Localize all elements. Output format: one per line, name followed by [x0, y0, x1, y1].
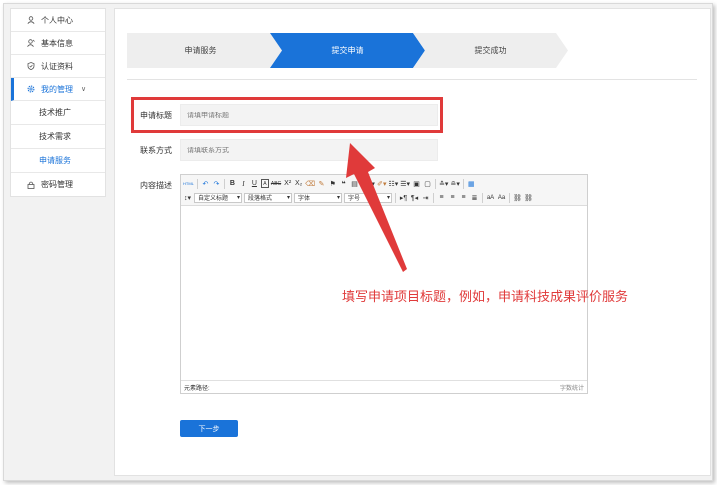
preview-icon[interactable]: ▦ [467, 178, 476, 189]
sidebar-item-personal-center[interactable]: 个人中心 [11, 9, 105, 32]
bold-icon[interactable]: B [228, 178, 237, 189]
settings-icon [27, 85, 35, 93]
toolbar-divider [462, 178, 464, 189]
paragraph-format-select[interactable]: 段落格式 [244, 192, 292, 203]
annotation-text: 填写申请项目标题，例如，申请科技成果评价服务 [342, 289, 629, 304]
font-family-select[interactable]: 字体 [294, 192, 342, 203]
unordered-list-icon[interactable]: ☰▾ [400, 178, 410, 189]
rtl-icon[interactable]: ¶◂ [410, 192, 419, 203]
sidebar-subitem-apply-service[interactable]: 申请服务 [11, 149, 105, 173]
step-label: 提交申请 [331, 46, 364, 55]
step-submit-application: 提交申请 [270, 33, 425, 68]
toolbar-divider [362, 178, 364, 189]
sidebar-subitem-tech-demand[interactable]: 技术需求 [11, 125, 105, 149]
user-icon [27, 16, 35, 24]
sidebar-item-basic-info[interactable]: 基本信息 [11, 32, 105, 55]
toolbar-divider [395, 192, 396, 203]
redo-icon[interactable]: ↷ [212, 178, 221, 189]
sidebar-item-certification[interactable]: 认证资料 [11, 55, 105, 78]
toolbar-divider [196, 178, 198, 189]
rich-text-editor: HTML ↶ ↷ B I U A ABC X² X₂ ⌫ ✎ ⚑ ❝ ▤ A▾ … [180, 174, 588, 394]
toolbar-divider [223, 178, 225, 189]
sidebar-item-my-management[interactable]: 我的管理 ∨ [11, 78, 105, 101]
sidebar-item-password[interactable]: 密码管理 [11, 173, 105, 196]
indent-icon[interactable]: ⇥ [421, 192, 430, 203]
toolbar-divider [482, 192, 483, 203]
link-icon[interactable]: ⛓ [513, 192, 522, 203]
align-left-icon[interactable]: ≡ [437, 192, 446, 203]
strikethrough-icon[interactable]: ABC [271, 178, 281, 189]
blockquote-icon[interactable]: ❝ [339, 178, 348, 189]
align-justify-icon[interactable]: ≣ [470, 192, 479, 203]
lock-icon [27, 181, 35, 189]
word-count: 字数统计 [559, 385, 584, 392]
editor-statusbar: 元素路径: 字数统计 [181, 380, 587, 393]
font-size-select[interactable]: 字号 [344, 192, 392, 203]
custom-title-select[interactable]: 自定义标题 [194, 192, 242, 203]
highlight-box [131, 97, 443, 133]
sidebar-item-label: 基本信息 [41, 38, 73, 48]
unlink-icon[interactable]: ⛓ [524, 192, 533, 203]
sidebar-item-label: 密码管理 [41, 180, 73, 189]
step-progress: 申请服务 提交申请 提交成功 [127, 33, 568, 68]
user-edit-icon [27, 39, 35, 47]
toolbar-row-1: HTML ↶ ↷ B I U A ABC X² X₂ ⌫ ✎ ⚑ ❝ ▤ A▾ … [183, 177, 476, 190]
chevron-down-icon[interactable]: ∨ [81, 85, 86, 93]
underline-icon[interactable]: U [250, 178, 259, 189]
paste-plain-icon[interactable]: ▤ [350, 178, 359, 189]
to-lowercase-icon[interactable]: Aa [497, 192, 506, 203]
contact-field-wrap [180, 139, 438, 161]
subscript-icon[interactable]: X₂ [294, 178, 303, 189]
step-apply-service: 申请服务 [127, 33, 282, 68]
toolbar-divider [509, 192, 510, 203]
contact-label: 联系方式 [140, 146, 172, 155]
sidebar: 个人中心 基本信息 认证资料 我的管理 ∨ 技术推广 技术需求 申请服务 密码管… [10, 8, 106, 197]
row-spacing-bottom-icon[interactable]: ≘▾ [450, 178, 459, 189]
align-right-icon[interactable]: ≡ [459, 192, 468, 203]
ordered-list-icon[interactable]: ☷▾ [388, 178, 398, 189]
sidebar-item-label: 我的管理 [41, 84, 73, 94]
format-painter-icon[interactable]: ✎ [317, 178, 326, 189]
step-label: 申请服务 [184, 46, 217, 55]
font-border-icon[interactable]: A [260, 179, 269, 188]
row-spacing-top-icon[interactable]: ≛▾ [439, 178, 448, 189]
step-label: 提交成功 [474, 46, 507, 55]
font-color-icon[interactable]: A▾ [366, 178, 375, 189]
clear-doc-icon[interactable]: ▢ [423, 178, 432, 189]
superscript-icon[interactable]: X² [283, 178, 292, 189]
step-submit-success: 提交成功 [413, 33, 568, 68]
contact-input[interactable] [187, 146, 437, 154]
italic-icon[interactable]: I [239, 178, 248, 189]
ltr-icon[interactable]: ▸¶ [399, 192, 408, 203]
highlight-color-icon[interactable]: ✐▾ [377, 178, 386, 189]
to-uppercase-icon[interactable]: aA [486, 192, 495, 203]
editor-toolbar: HTML ↶ ↷ B I U A ABC X² X₂ ⌫ ✎ ⚑ ❝ ▤ A▾ … [181, 175, 587, 206]
align-center-icon[interactable]: ≡ [448, 192, 457, 203]
toolbar-divider [435, 178, 437, 189]
next-step-button[interactable]: 下一步 [180, 420, 238, 437]
toolbar-divider [433, 192, 434, 203]
auto-format-icon[interactable]: ⚑ [328, 178, 337, 189]
eraser-icon[interactable]: ⌫ [305, 178, 315, 189]
sidebar-item-label: 个人中心 [41, 15, 73, 25]
element-path: 元素路径: [184, 385, 210, 392]
html-source-icon[interactable]: HTML [183, 178, 194, 189]
line-height-icon[interactable]: ↕▾ [183, 192, 192, 203]
sidebar-item-label: 认证资料 [41, 61, 73, 71]
description-label: 内容描述 [140, 181, 172, 190]
select-all-icon[interactable]: ▣ [412, 178, 421, 189]
sidebar-subitem-tech-promotion[interactable]: 技术推广 [11, 101, 105, 125]
undo-icon[interactable]: ↶ [201, 178, 210, 189]
toolbar-row-2: ↕▾ 自定义标题 段落格式 字体 字号 ▸¶ ¶◂ ⇥ ≡ ≡ ≡ ≣ aA A… [183, 191, 533, 204]
divider [127, 79, 697, 80]
shield-icon [27, 62, 35, 70]
